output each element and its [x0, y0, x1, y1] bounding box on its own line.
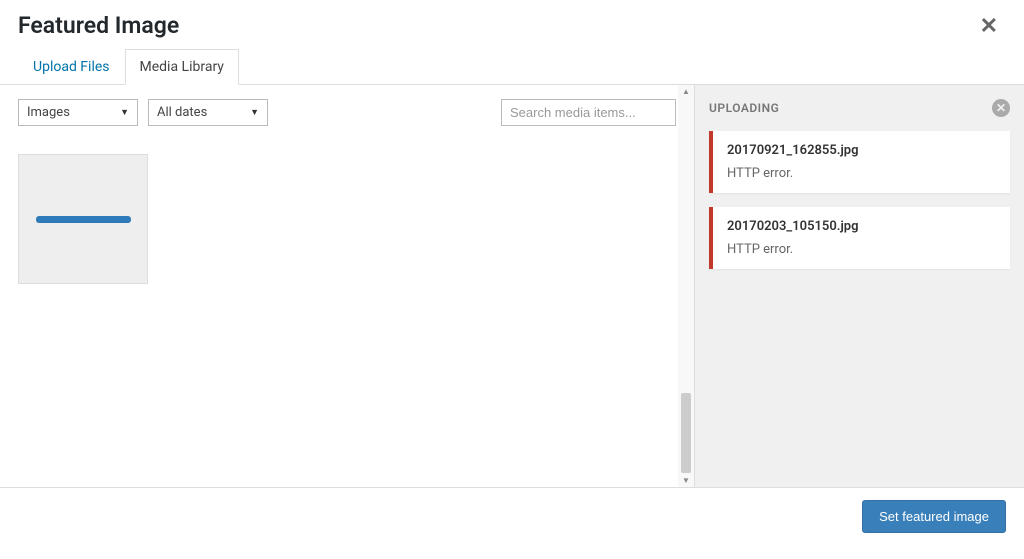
- scroll-up-icon: ▲: [682, 87, 690, 96]
- upload-sidebar: UPLOADING ✕ 20170921_162855.jpg HTTP err…: [694, 85, 1024, 487]
- upload-error-message: HTTP error.: [727, 242, 996, 257]
- sidebar-title: UPLOADING: [709, 101, 779, 115]
- upload-filename: 20170921_162855.jpg: [727, 143, 996, 158]
- attachment-grid: [18, 140, 676, 473]
- search-input[interactable]: [501, 99, 676, 126]
- upload-error-item: 20170921_162855.jpg HTTP error.: [709, 131, 1010, 193]
- modal-footer: Set featured image: [0, 487, 1024, 545]
- scrollbar-thumb[interactable]: [681, 393, 691, 473]
- set-featured-image-button[interactable]: Set featured image: [862, 500, 1006, 533]
- tab-media-library[interactable]: Media Library: [125, 49, 239, 85]
- tab-upload-files[interactable]: Upload Files: [18, 49, 125, 85]
- filter-type-value: Images: [27, 105, 70, 120]
- chevron-down-icon: ▼: [250, 107, 259, 118]
- scrollbar[interactable]: ▲ ▼: [678, 85, 694, 487]
- upload-filename: 20170203_105150.jpg: [727, 219, 996, 234]
- chevron-down-icon: ▼: [120, 107, 129, 118]
- media-grid-area: Images ▼ All dates ▼ ▲ ▼: [0, 85, 694, 487]
- filter-date-value: All dates: [157, 105, 207, 120]
- filter-date-select[interactable]: All dates ▼: [148, 99, 268, 126]
- upload-progress-bar: [36, 216, 131, 223]
- tab-bar: Upload Files Media Library: [0, 48, 1024, 84]
- filter-type-select[interactable]: Images ▼: [18, 99, 138, 126]
- upload-error-item: 20170203_105150.jpg HTTP error.: [709, 207, 1010, 269]
- upload-error-message: HTTP error.: [727, 166, 996, 181]
- attachment-uploading[interactable]: [18, 154, 148, 284]
- dismiss-errors-icon[interactable]: ✕: [992, 99, 1010, 117]
- close-icon[interactable]: ✕: [972, 12, 1006, 42]
- scroll-down-icon: ▼: [682, 476, 690, 485]
- modal-title: Featured Image: [18, 12, 179, 39]
